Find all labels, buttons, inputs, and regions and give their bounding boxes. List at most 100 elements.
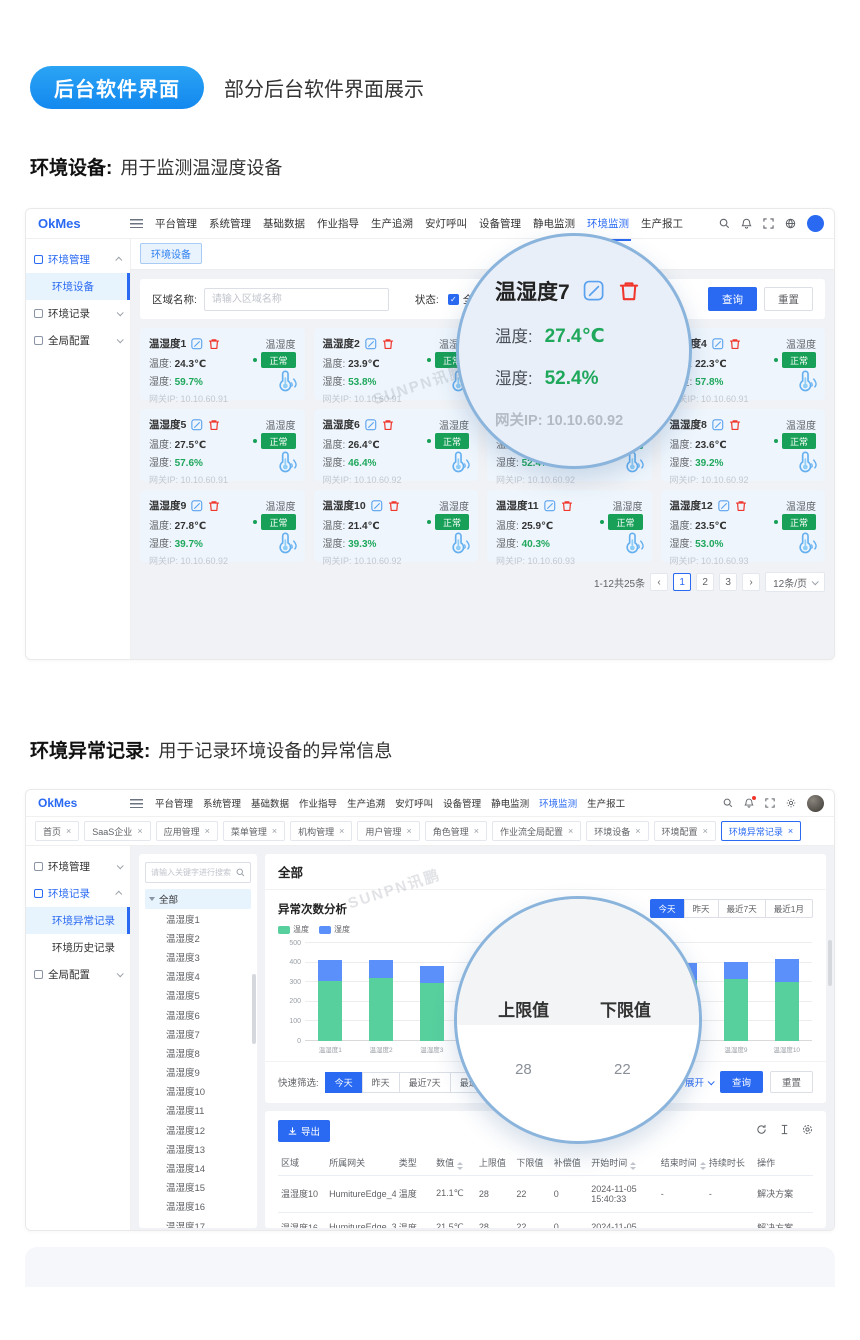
open-tab-用户管理[interactable]: 用户管理× xyxy=(357,821,419,841)
tree-node-温湿度10[interactable]: 温湿度10 xyxy=(145,1082,251,1101)
search-button[interactable]: 查询 xyxy=(720,1071,763,1093)
refresh-icon[interactable] xyxy=(756,1122,767,1140)
tree-node-温湿度6[interactable]: 温湿度6 xyxy=(145,1005,251,1024)
edit-icon[interactable] xyxy=(365,419,377,431)
quick-filter-最近7天[interactable]: 最近7天 xyxy=(399,1072,451,1093)
tree-node-温湿度3[interactable]: 温湿度3 xyxy=(145,947,251,966)
sidebar-item-全局配置[interactable]: 全局配置 xyxy=(26,961,130,988)
search-button[interactable]: 查询 xyxy=(708,287,757,311)
nav-item-生产追溯[interactable]: 生产追溯 xyxy=(371,216,413,231)
close-icon[interactable]: × xyxy=(474,826,479,836)
sidebar-item-环境记录[interactable]: 环境记录 xyxy=(26,300,130,327)
open-tab-环境设备[interactable]: 环境设备× xyxy=(586,821,648,841)
fullscreen-icon[interactable] xyxy=(763,218,774,229)
sidebar-item-环境管理[interactable]: 环境管理 xyxy=(26,246,130,273)
open-tab-环境异常记录[interactable]: 环境异常记录× xyxy=(721,821,801,841)
nav-item-安灯呼叫[interactable]: 安灯呼叫 xyxy=(425,216,467,231)
close-icon[interactable]: × xyxy=(205,826,210,836)
tree-node-温湿度11[interactable]: 温湿度11 xyxy=(145,1101,251,1120)
delete-icon[interactable] xyxy=(208,419,220,431)
close-icon[interactable]: × xyxy=(272,826,277,836)
area-name-input[interactable] xyxy=(204,288,389,311)
edit-icon[interactable] xyxy=(365,338,377,350)
tree-node-温湿度9[interactable]: 温湿度9 xyxy=(145,1063,251,1082)
edit-icon[interactable] xyxy=(191,419,203,431)
close-icon[interactable]: × xyxy=(66,826,71,836)
delete-icon[interactable] xyxy=(735,500,747,512)
range-button-最近1月[interactable]: 最近1月 xyxy=(765,899,813,918)
page-size-select[interactable]: 12条/页 xyxy=(765,572,825,592)
tree-search-input[interactable]: 请输入关键字进行搜索 xyxy=(145,862,251,883)
tree-node-温湿度17[interactable]: 温湿度17 xyxy=(145,1216,251,1228)
nav-item-静电监测[interactable]: 静电监测 xyxy=(533,216,575,231)
page-button-2[interactable]: 2 xyxy=(696,573,714,591)
nav-item-设备管理[interactable]: 设备管理 xyxy=(443,796,481,810)
delete-icon[interactable] xyxy=(561,500,573,512)
prev-page-button[interactable]: ‹ xyxy=(650,573,668,591)
edit-icon[interactable] xyxy=(712,419,724,431)
edit-icon[interactable] xyxy=(191,500,203,512)
nav-item-环境监测[interactable]: 环境监测 xyxy=(539,796,577,810)
avatar[interactable] xyxy=(807,795,824,812)
globe-icon[interactable] xyxy=(785,218,796,229)
page-button-1[interactable]: 1 xyxy=(673,573,691,591)
tree-node-all[interactable]: 全部 xyxy=(145,889,251,909)
nav-item-生产报工[interactable]: 生产报工 xyxy=(587,796,625,810)
tree-node-温湿度4[interactable]: 温湿度4 xyxy=(145,967,251,986)
fullscreen-icon[interactable] xyxy=(765,798,775,808)
nav-item-设备管理[interactable]: 设备管理 xyxy=(479,216,521,231)
next-page-button[interactable]: › xyxy=(742,573,760,591)
sidebar-item-环境异常记录[interactable]: 环境异常记录 xyxy=(26,907,130,934)
close-icon[interactable]: × xyxy=(703,826,708,836)
nav-item-作业指导[interactable]: 作业指导 xyxy=(317,216,359,231)
content-scrollbar[interactable] xyxy=(828,940,832,986)
tree-node-温湿度15[interactable]: 温湿度15 xyxy=(145,1178,251,1197)
edit-icon[interactable] xyxy=(544,500,556,512)
column-icon[interactable] xyxy=(779,1122,790,1140)
avatar[interactable] xyxy=(807,215,824,232)
open-tab-菜单管理[interactable]: 菜单管理× xyxy=(223,821,285,841)
tree-node-温湿度13[interactable]: 温湿度13 xyxy=(145,1139,251,1158)
tab-env-device[interactable]: 环境设备 xyxy=(140,243,202,264)
open-tab-环境配置[interactable]: 环境配置× xyxy=(654,821,716,841)
edit-icon[interactable] xyxy=(712,338,724,350)
tree-node-温湿度5[interactable]: 温湿度5 xyxy=(145,986,251,1005)
settings-icon[interactable] xyxy=(802,1122,813,1140)
sort-icon[interactable] xyxy=(457,1162,463,1170)
open-tab-角色管理[interactable]: 角色管理× xyxy=(425,821,487,841)
nav-item-基础数据[interactable]: 基础数据 xyxy=(251,796,289,810)
sidebar-item-环境历史记录[interactable]: 环境历史记录 xyxy=(26,934,130,961)
nav-item-系统管理[interactable]: 系统管理 xyxy=(209,216,251,231)
nav-item-安灯呼叫[interactable]: 安灯呼叫 xyxy=(395,796,433,810)
edit-icon[interactable] xyxy=(191,338,203,350)
gear-icon[interactable] xyxy=(786,798,796,808)
nav-item-系统管理[interactable]: 系统管理 xyxy=(203,796,241,810)
delete-icon[interactable] xyxy=(729,338,741,350)
delete-icon[interactable] xyxy=(729,419,741,431)
nav-item-静电监测[interactable]: 静电监测 xyxy=(491,796,529,810)
tree-node-温湿度7[interactable]: 温湿度7 xyxy=(145,1024,251,1043)
nav-item-生产报工[interactable]: 生产报工 xyxy=(641,216,683,231)
sidebar-item-全局配置[interactable]: 全局配置 xyxy=(26,327,130,354)
sort-icon[interactable] xyxy=(700,1162,706,1170)
solution-link[interactable]: 解决方案 xyxy=(754,1212,813,1228)
delete-icon[interactable] xyxy=(382,419,394,431)
quick-filter-今天[interactable]: 今天 xyxy=(325,1072,363,1093)
sidebar-item-环境管理[interactable]: 环境管理 xyxy=(26,853,130,880)
edit-icon[interactable] xyxy=(371,500,383,512)
tree-node-温湿度12[interactable]: 温湿度12 xyxy=(145,1120,251,1139)
tree-scrollbar[interactable] xyxy=(252,974,256,1044)
sidebar-item-环境设备[interactable]: 环境设备 xyxy=(26,273,130,300)
delete-icon[interactable] xyxy=(208,500,220,512)
quick-filter-昨天[interactable]: 昨天 xyxy=(362,1072,400,1093)
close-icon[interactable]: × xyxy=(635,826,640,836)
open-tab-作业流全局配置[interactable]: 作业流全局配置× xyxy=(492,821,581,841)
reset-button[interactable]: 重置 xyxy=(770,1071,813,1093)
collapse-menu-icon[interactable] xyxy=(130,799,143,808)
solution-link[interactable]: 解决方案 xyxy=(754,1175,813,1212)
close-icon[interactable]: × xyxy=(406,826,411,836)
nav-item-环境监测[interactable]: 环境监测 xyxy=(587,216,629,231)
nav-item-基础数据[interactable]: 基础数据 xyxy=(263,216,305,231)
nav-item-作业指导[interactable]: 作业指导 xyxy=(299,796,337,810)
tree-node-温湿度1[interactable]: 温湿度1 xyxy=(145,909,251,928)
